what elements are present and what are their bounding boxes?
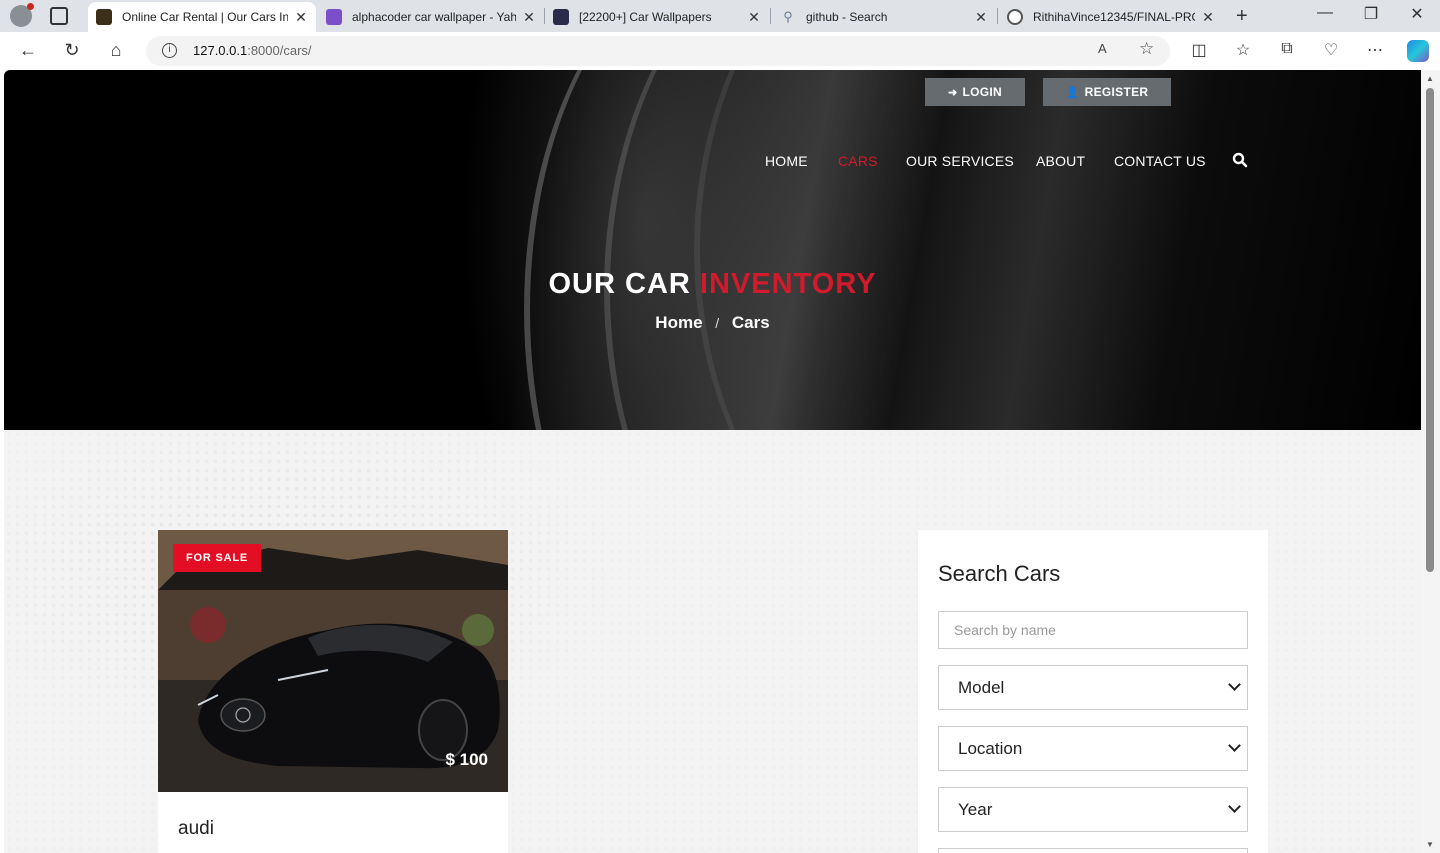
yahoo-favicon-icon (326, 9, 342, 25)
tab-separator (770, 8, 771, 24)
favorite-star-icon[interactable]: ☆ (1139, 39, 1154, 59)
chevron-down-icon (1228, 739, 1241, 752)
year-select-value: Year (958, 800, 993, 819)
page-title-accent: INVENTORY (699, 268, 877, 300)
read-aloud-icon[interactable]: A (1098, 41, 1107, 56)
register-button[interactable]: 👤 REGISTER (1043, 78, 1171, 106)
more-menu-icon[interactable]: ⋯ (1364, 40, 1386, 60)
url-host: 127.0.0.1 (193, 43, 248, 58)
model-select-value: Model (958, 678, 1005, 697)
page-title-main: OUR CAR (548, 268, 691, 300)
for-sale-badge: FOR SALE (173, 544, 262, 572)
breadcrumb: Home / Cars (4, 313, 1421, 333)
scrollbar-thumb[interactable] (1426, 88, 1434, 572)
url-path: :8000/cars/ (247, 43, 312, 58)
hero-background-streak (694, 70, 1294, 430)
browser-tab-1[interactable]: alphacoder car wallpaper - Yah ✕ (318, 2, 544, 32)
close-window-icon[interactable]: ✕ (1394, 4, 1440, 24)
search-icon[interactable] (1232, 152, 1248, 168)
home-icon[interactable]: ⌂ (104, 40, 128, 61)
breadcrumb-home[interactable]: Home (655, 313, 702, 332)
tab-title: [22200+] Car Wallpapers (579, 10, 712, 24)
wallpaper-favicon-icon (553, 9, 569, 25)
scroll-up-icon[interactable]: ▲ (1426, 74, 1434, 83)
browser-tab-4[interactable]: RithihaVince12345/FINAL-PRO ✕ (999, 2, 1223, 32)
next-select-partial[interactable] (938, 848, 1248, 853)
scroll-down-icon[interactable]: ▼ (1426, 840, 1434, 849)
new-tab-icon[interactable]: + (1236, 5, 1248, 28)
browser-tab-strip: Online Car Rental | Our Cars In ✕ alphac… (0, 0, 1440, 32)
page-title: OUR CAR INVENTORY (4, 268, 1421, 301)
register-label: REGISTER (1084, 85, 1149, 99)
tab-actions-icon[interactable] (50, 7, 68, 25)
login-label: LOGIN (962, 85, 1003, 99)
nav-contact-us[interactable]: CONTACT US (1114, 153, 1206, 169)
close-tab-icon[interactable]: ✕ (294, 9, 308, 26)
car-name[interactable]: audi (178, 818, 214, 840)
browser-tab-2[interactable]: [22200+] Car Wallpapers ✕ (545, 2, 769, 32)
github-favicon-icon (1007, 9, 1023, 25)
location-select[interactable]: Location (938, 726, 1248, 771)
back-icon[interactable]: ← (16, 40, 40, 61)
split-screen-icon[interactable]: ◫ (1188, 40, 1210, 60)
web-page: ➜ LOGIN 👤 REGISTER HOME CARS OUR SERVICE… (4, 70, 1421, 853)
browser-tab-3[interactable]: ⚲ github - Search ✕ (772, 2, 996, 32)
breadcrumb-separator: / (715, 315, 720, 331)
close-tab-icon[interactable]: ✕ (1201, 9, 1215, 26)
site-info-icon[interactable]: i (162, 43, 177, 58)
hero-banner: ➜ LOGIN 👤 REGISTER HOME CARS OUR SERVICE… (4, 70, 1421, 430)
search-name-input[interactable]: Search by name (938, 611, 1248, 649)
location-select-value: Location (958, 739, 1023, 758)
nav-our-services[interactable]: OUR SERVICES (906, 153, 1014, 169)
tab-title: Online Car Rental | Our Cars In (122, 10, 288, 24)
browser-toolbar: ← ↻ ⌂ i 127.0.0.1:8000/cars/ A ☆ ◫ ☆ ⧉ ♡… (0, 32, 1440, 70)
refresh-icon[interactable]: ↻ (60, 40, 84, 61)
sign-in-icon: ➜ (947, 86, 958, 99)
collections-icon[interactable]: ⧉ (1276, 40, 1298, 58)
breadcrumb-current: Cars (731, 313, 770, 332)
browser-tab-0[interactable]: Online Car Rental | Our Cars In ✕ (88, 2, 316, 32)
year-select[interactable]: Year (938, 787, 1248, 832)
browser-essentials-icon[interactable]: ♡ (1320, 40, 1342, 60)
search-cars-heading: Search Cars (938, 561, 1061, 586)
car-card[interactable]: FOR SALE $ 100 audi (158, 530, 508, 853)
login-button[interactable]: ➜ LOGIN (925, 78, 1025, 106)
model-select[interactable]: Model (938, 665, 1248, 710)
car-price: $ 100 (445, 750, 488, 769)
car-image[interactable]: FOR SALE $ 100 (158, 530, 508, 792)
url-text[interactable]: 127.0.0.1:8000/cars/ (193, 43, 312, 58)
copilot-icon[interactable] (1407, 40, 1429, 62)
chevron-down-icon (1228, 800, 1241, 813)
profile-avatar-icon[interactable] (10, 3, 34, 27)
address-bar[interactable]: i 127.0.0.1:8000/cars/ A ☆ (146, 36, 1170, 66)
nav-cars[interactable]: CARS (838, 153, 878, 169)
close-tab-icon[interactable]: ✕ (522, 9, 536, 26)
nav-about[interactable]: ABOUT (1036, 153, 1085, 169)
user-plus-icon: 👤 (1065, 86, 1080, 99)
tab-separator (997, 8, 998, 24)
tab-title: RithihaVince12345/FINAL-PRO (1033, 10, 1195, 24)
tab-title: github - Search (806, 10, 888, 24)
close-tab-icon[interactable]: ✕ (747, 9, 761, 26)
close-tab-icon[interactable]: ✕ (974, 9, 988, 26)
restore-icon[interactable]: ❐ (1348, 4, 1394, 24)
page-scrollbar[interactable]: ▲ ▼ (1421, 70, 1440, 853)
site-favicon-icon (96, 9, 112, 25)
chevron-down-icon (1228, 678, 1241, 691)
nav-home[interactable]: HOME (765, 153, 808, 169)
search-favicon-icon: ⚲ (783, 9, 793, 24)
favorites-icon[interactable]: ☆ (1232, 40, 1254, 60)
search-cars-panel: Search Cars Search by name Model Locatio… (918, 530, 1268, 853)
tab-title: alphacoder car wallpaper - Yah (352, 10, 516, 24)
minimize-icon[interactable]: — (1302, 4, 1348, 22)
